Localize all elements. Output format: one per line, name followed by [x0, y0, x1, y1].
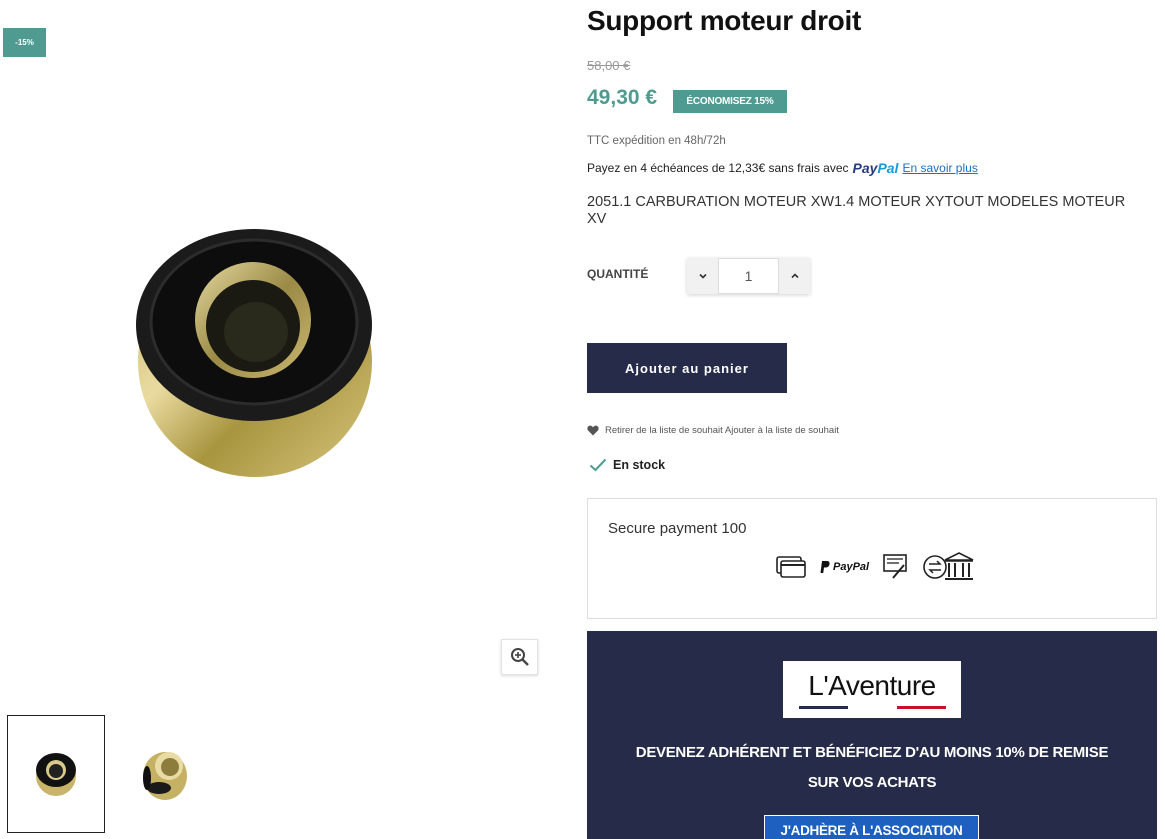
product-title: Support moteur droit: [587, 5, 861, 36]
paypal-icon: PayPal: [820, 561, 869, 573]
quantity-decrease-button[interactable]: [687, 258, 718, 294]
check-icon: [589, 458, 607, 472]
membership-promo: L'Aventure DEVENEZ ADHÉRENT ET BÉNÉFICIE…: [587, 631, 1157, 839]
quantity-input[interactable]: 1: [718, 258, 779, 294]
payment-methods: PayPal: [776, 551, 975, 583]
quantity-label: QUANTITÉ: [587, 267, 649, 281]
zoom-in-icon: [510, 648, 529, 666]
aventure-logo: L'Aventure: [783, 661, 961, 718]
wishlist-toggle[interactable]: Retirer de la liste de souhait Ajouter à…: [587, 425, 839, 436]
shipping-info: TTC expédition en 48h/72h: [587, 135, 726, 147]
current-price: 49,30 €: [587, 86, 658, 109]
check-payment-icon: [883, 554, 907, 579]
card-icon: [776, 556, 806, 578]
quantity-increase-button[interactable]: [779, 258, 810, 294]
thumbnail-side[interactable]: [116, 715, 214, 833]
old-price: 58,00 €: [587, 58, 631, 73]
stock-text: En stock: [613, 458, 666, 472]
add-to-cart-button[interactable]: Ajouter au panier: [587, 343, 787, 393]
chevron-down-icon: [698, 273, 707, 279]
paypal-installments: Payez en 4 échéances de 12,33€ sans frai…: [587, 160, 978, 176]
discount-flag: -15%: [3, 28, 46, 57]
product-page: -15% Support moteur droit 58,00 € 49,30 …: [0, 0, 1165, 839]
wishlist-text: Retirer de la liste de souhait Ajouter à…: [605, 425, 839, 436]
thumbnail-front[interactable]: [7, 715, 105, 833]
learn-more-link[interactable]: En savoir plus: [902, 161, 977, 175]
zoom-button[interactable]: [501, 639, 538, 675]
product-description: 2051.1 CARBURATION MOTEUR XW1.4 MOTEUR X…: [587, 194, 1126, 227]
bank-transfer-icon: [923, 552, 974, 580]
secure-payment-box: Secure payment 100 PayPal: [587, 498, 1157, 619]
paypal-installments-text: Payez en 4 échéances de 12,33€ sans frai…: [587, 161, 849, 175]
heart-icon: [587, 425, 599, 436]
save-badge: ÉCONOMISEZ 15%: [673, 90, 787, 113]
join-association-button[interactable]: J'ADHÈRE À L'ASSOCIATION: [764, 815, 979, 839]
promo-text: DEVENEZ ADHÉRENT ET BÉNÉFICIEZ D'AU MOIN…: [635, 744, 1109, 791]
quantity-stepper: 1: [687, 258, 810, 294]
stock-status: En stock: [589, 458, 665, 472]
secure-payment-title: Secure payment 100: [608, 520, 747, 537]
product-main-image[interactable]: [130, 222, 380, 484]
paypal-logo: PayPal: [852, 160, 899, 176]
chevron-up-icon: [790, 273, 799, 279]
